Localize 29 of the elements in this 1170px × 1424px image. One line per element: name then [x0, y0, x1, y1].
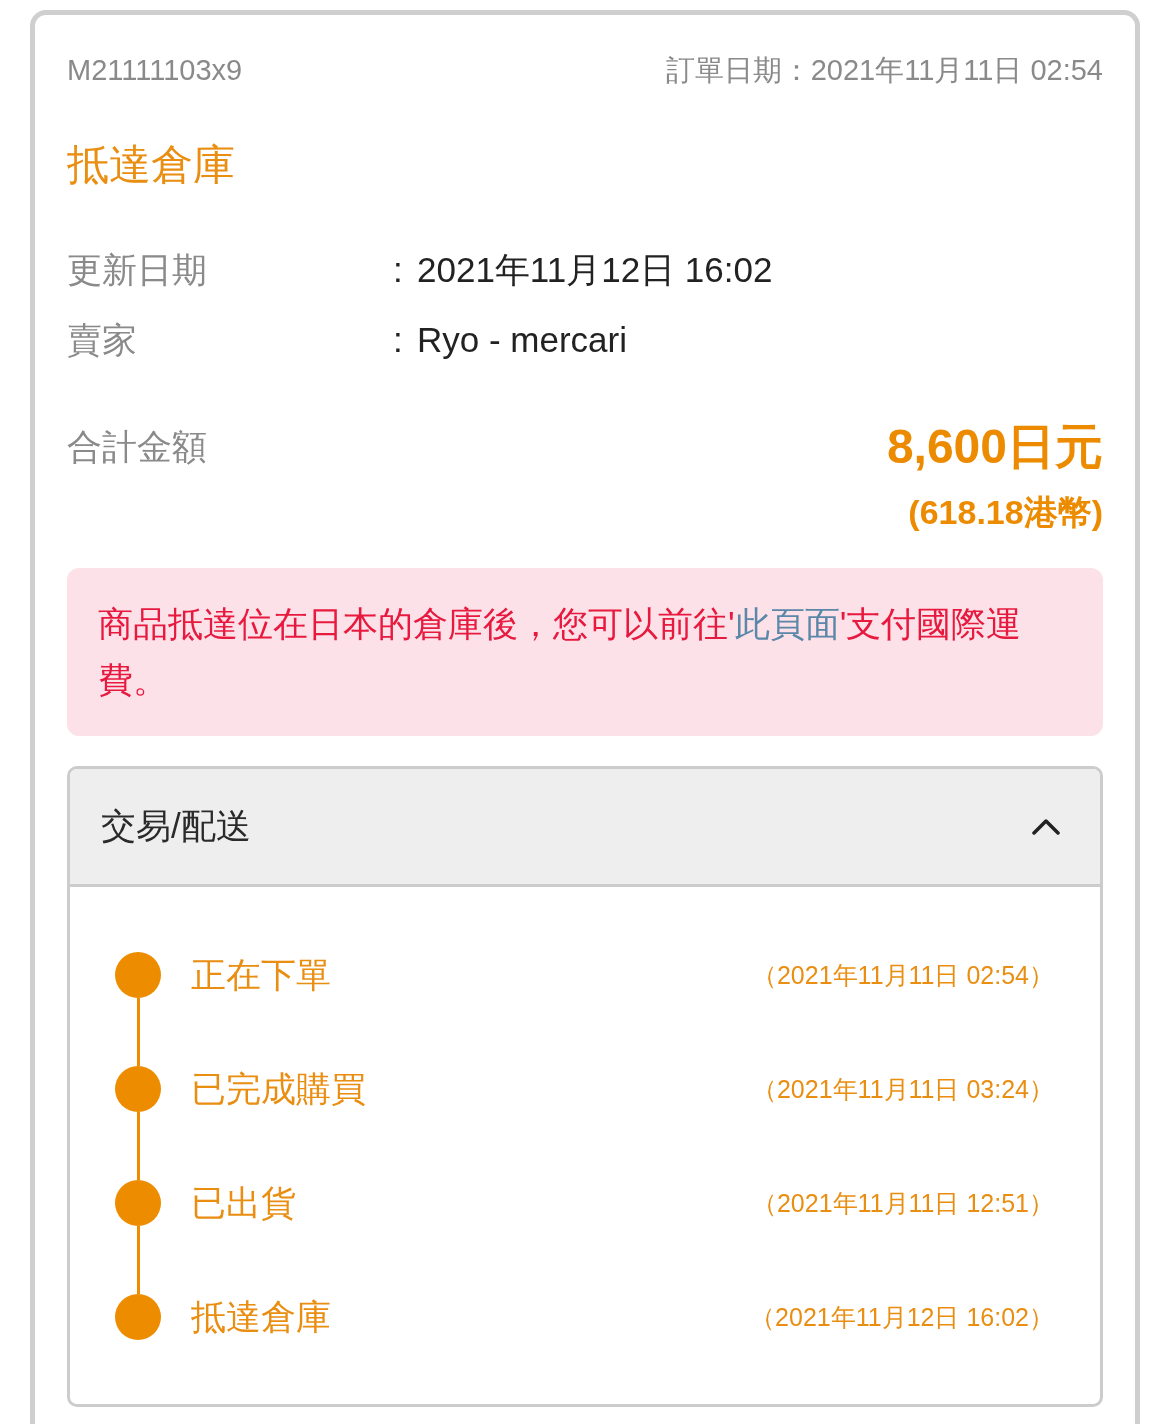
timeline-connector — [136, 1226, 140, 1294]
detail-label: 賣家 — [67, 318, 138, 361]
step-label: 已出貨 — [191, 1182, 297, 1224]
detail-separator: : — [393, 320, 404, 360]
notice-text: 商品抵達位在日本的倉庫後，您可以前往'此頁面'支付國際運費。 — [98, 603, 1023, 701]
detail-separator: : — [393, 250, 404, 290]
detail-value: 2021年11月12日 16:02 — [417, 248, 773, 291]
order-number: M21111103x9 — [67, 54, 243, 86]
order-status: 抵達倉庫 — [67, 140, 236, 190]
total-amount: 8,600日元 — [886, 421, 1103, 473]
step-time: （2021年11月12日 16:02） — [750, 1302, 1054, 1333]
timeline-dot-icon — [115, 1180, 161, 1226]
step-label: 已完成購買 — [191, 1068, 367, 1110]
step-time: （2021年11月11日 02:54） — [751, 960, 1054, 991]
timeline-connector — [136, 1112, 140, 1180]
detail-label: 更新日期 — [67, 248, 208, 291]
panel-header[interactable]: 交易/配送 — [70, 769, 1100, 887]
step-label: 正在下單 — [191, 954, 332, 996]
timeline-connector — [136, 998, 140, 1066]
order-date: 訂單日期：2021年11月11日 02:54 — [665, 54, 1103, 86]
timeline-dot-icon — [115, 1066, 161, 1112]
total-label: 合計金額 — [67, 426, 207, 468]
timeline-dot-icon — [115, 1294, 161, 1340]
detail-value: Ryo - mercari — [417, 320, 628, 360]
converted-amount: (618.18港幣) — [908, 492, 1103, 532]
step-label: 抵達倉庫 — [191, 1296, 332, 1338]
timeline-dot-icon — [115, 952, 161, 998]
step-time: （2021年11月11日 12:51） — [751, 1188, 1054, 1219]
step-time: （2021年11月11日 03:24） — [751, 1074, 1054, 1105]
